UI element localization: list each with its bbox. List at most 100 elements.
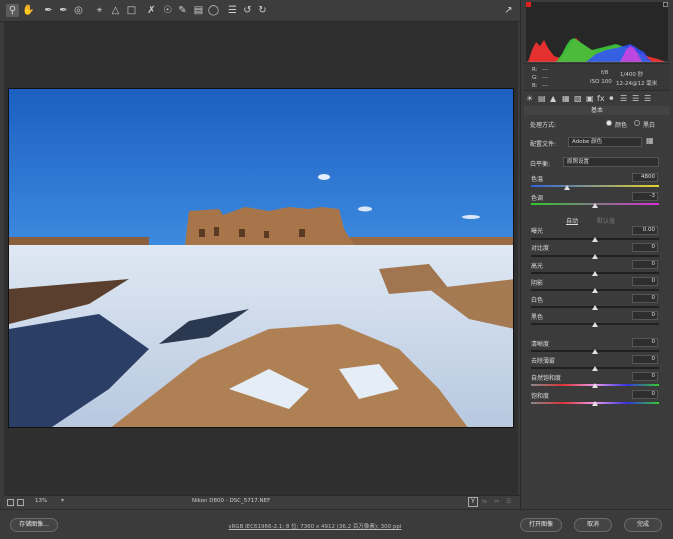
dehaze-label: 去除薄雾 bbox=[531, 358, 556, 365]
tab-basic-icon[interactable]: ☀ bbox=[526, 94, 533, 103]
tab-snapshots-icon[interactable]: ☰ bbox=[632, 94, 639, 103]
chevron-down-icon[interactable]: ▾ bbox=[61, 497, 64, 504]
auto-button[interactable]: 自动 bbox=[566, 216, 578, 225]
hand-icon[interactable]: ✋ bbox=[22, 4, 35, 17]
shadows-slider-thumb[interactable] bbox=[592, 288, 598, 293]
b-value: --- bbox=[542, 83, 548, 89]
tab-presets-icon[interactable]: ☰ bbox=[620, 94, 627, 103]
temp-label: 色温 bbox=[531, 176, 544, 183]
toggle-settings-icon[interactable]: ☰ bbox=[506, 498, 511, 505]
exposure-label: 曝光 bbox=[531, 228, 544, 235]
tab-lens-icon[interactable]: ▣ bbox=[586, 94, 594, 103]
default-button[interactable]: 默认值 bbox=[597, 216, 615, 225]
temp-value[interactable]: 4800 bbox=[632, 173, 658, 182]
exposure-value[interactable]: 0.00 bbox=[632, 226, 658, 235]
tint-label: 色调 bbox=[531, 195, 544, 202]
contrast-label: 对比度 bbox=[531, 245, 550, 252]
contrast-slider-thumb[interactable] bbox=[592, 254, 598, 259]
tab-menu-icon[interactable]: ☰ bbox=[644, 94, 651, 103]
whites-value[interactable]: 0 bbox=[632, 294, 658, 303]
blacks-slider-thumb[interactable] bbox=[592, 322, 598, 327]
crop-icon[interactable]: ⌖ bbox=[93, 4, 106, 17]
straighten-icon[interactable]: △ bbox=[109, 4, 122, 17]
adjustment-brush-icon[interactable]: ✎ bbox=[176, 4, 189, 17]
profile-select[interactable]: Adobe 颜色 bbox=[568, 137, 642, 147]
vibrance-label: 自然饱和度 bbox=[531, 375, 562, 382]
tab-split-toning-icon[interactable]: ▧ bbox=[574, 94, 582, 103]
tab-detail-icon[interactable]: ▲ bbox=[550, 94, 556, 103]
treatment-label: 处理方式: bbox=[530, 122, 557, 129]
tab-tone-curve-icon[interactable]: ▤ bbox=[538, 94, 546, 103]
highlights-slider-thumb[interactable] bbox=[592, 271, 598, 276]
contrast-value[interactable]: 0 bbox=[632, 243, 658, 252]
panel-title: 基本 bbox=[524, 106, 670, 115]
tab-calibration-icon[interactable]: ⚫ bbox=[608, 94, 615, 103]
save-image-button[interactable]: 存储图像... bbox=[10, 518, 58, 532]
aperture-value: f/8 bbox=[601, 70, 609, 76]
profile-browser-icon[interactable]: ▦ bbox=[646, 136, 656, 146]
white-balance-icon[interactable]: ✒ bbox=[42, 4, 55, 17]
radial-filter-icon[interactable]: ◯ bbox=[207, 4, 220, 17]
shadows-label: 阴影 bbox=[531, 280, 544, 287]
single-view-icon[interactable] bbox=[7, 499, 14, 506]
tint-slider-thumb[interactable] bbox=[592, 203, 598, 208]
blacks-value[interactable]: 0 bbox=[632, 311, 658, 320]
exposure-slider-thumb[interactable] bbox=[592, 237, 598, 242]
dehaze-slider-thumb[interactable] bbox=[592, 366, 598, 371]
fullscreen-icon[interactable]: ↗ bbox=[502, 4, 515, 17]
texture-slider-thumb[interactable] bbox=[592, 349, 598, 354]
treatment-bw-radio[interactable] bbox=[634, 120, 640, 126]
histogram bbox=[526, 2, 668, 64]
whites-slider-thumb[interactable] bbox=[592, 305, 598, 310]
temp-slider-thumb[interactable] bbox=[564, 185, 570, 190]
shutter-value: 1/400 秒 bbox=[620, 72, 644, 78]
lens-value: 12-24@12 毫米 bbox=[616, 81, 658, 87]
treatment-bw-label: 黑白 bbox=[643, 122, 656, 129]
target-adjust-icon[interactable]: ◎ bbox=[72, 4, 85, 17]
shadows-value[interactable]: 0 bbox=[632, 277, 658, 286]
wb-select[interactable]: 原照设置 bbox=[563, 157, 659, 167]
swap-settings-icon[interactable]: ⇆ bbox=[482, 498, 487, 505]
graduated-filter-icon[interactable]: ▤ bbox=[192, 4, 205, 17]
transform-icon[interactable]: □ bbox=[125, 4, 138, 17]
preferences-icon[interactable]: ☰ bbox=[226, 4, 239, 17]
compare-view-icon[interactable] bbox=[17, 499, 24, 506]
r-label: R: bbox=[532, 67, 538, 73]
footer-bar: 存储图像... sRGB IEC61966-2.1; 8 位; 7360 x 4… bbox=[0, 509, 673, 539]
temp-slider-track[interactable] bbox=[531, 185, 659, 187]
preview-status-bar: 13% ▾ Nikon D800 - DSC_5717.NEF Y ⇆ ⇔ ☰ bbox=[4, 495, 520, 509]
texture-label: 清晰度 bbox=[531, 341, 550, 348]
highlight-clipping-indicator[interactable] bbox=[663, 2, 668, 7]
copy-settings-icon[interactable]: ⇔ bbox=[494, 498, 499, 505]
highlights-value[interactable]: 0 bbox=[632, 260, 658, 269]
tint-value[interactable]: -3 bbox=[632, 192, 658, 201]
rotate-left-icon[interactable]: ↺ bbox=[241, 4, 254, 17]
tab-effects-icon[interactable]: fx bbox=[597, 94, 605, 103]
profile-label: 配置文件: bbox=[530, 141, 557, 148]
shadow-clipping-indicator[interactable] bbox=[526, 2, 531, 7]
workflow-options-link[interactable]: sRGB IEC61966-2.1; 8 位; 7360 x 4912 (36.… bbox=[150, 522, 480, 530]
vibrance-value[interactable]: 0 bbox=[632, 372, 658, 381]
texture-value[interactable]: 0 bbox=[632, 338, 658, 347]
panel-tabs: ☀ ▤ ▲ ▦ ▧ ▣ fx ⚫ ☰ ☰ ☰ bbox=[524, 93, 670, 105]
done-button[interactable]: 完成 bbox=[624, 518, 662, 532]
color-sampler-icon[interactable]: ✒ bbox=[57, 4, 70, 17]
open-image-button[interactable]: 打开图像 bbox=[520, 518, 562, 532]
red-eye-icon[interactable]: ☉ bbox=[161, 4, 174, 17]
spot-removal-icon[interactable]: ✗ bbox=[145, 4, 158, 17]
wb-label: 白平衡: bbox=[530, 161, 551, 168]
saturation-value[interactable]: 0 bbox=[632, 390, 658, 399]
tab-hsl-icon[interactable]: ▦ bbox=[562, 94, 570, 103]
photo-preview[interactable] bbox=[8, 88, 514, 428]
treatment-color-radio[interactable] bbox=[606, 120, 612, 126]
filename-label: Nikon D800 - DSC_5717.NEF bbox=[192, 498, 271, 504]
rotate-right-icon[interactable]: ↻ bbox=[256, 4, 269, 17]
dehaze-value[interactable]: 0 bbox=[632, 355, 658, 364]
cancel-button[interactable]: 取消 bbox=[574, 518, 612, 532]
blacks-label: 黑色 bbox=[531, 314, 544, 321]
vibrance-slider-thumb[interactable] bbox=[592, 383, 598, 388]
before-after-toggle[interactable]: Y bbox=[468, 497, 478, 507]
zoom-icon[interactable]: ⚲ bbox=[6, 4, 19, 17]
whites-label: 白色 bbox=[531, 297, 544, 304]
saturation-slider-thumb[interactable] bbox=[592, 401, 598, 406]
